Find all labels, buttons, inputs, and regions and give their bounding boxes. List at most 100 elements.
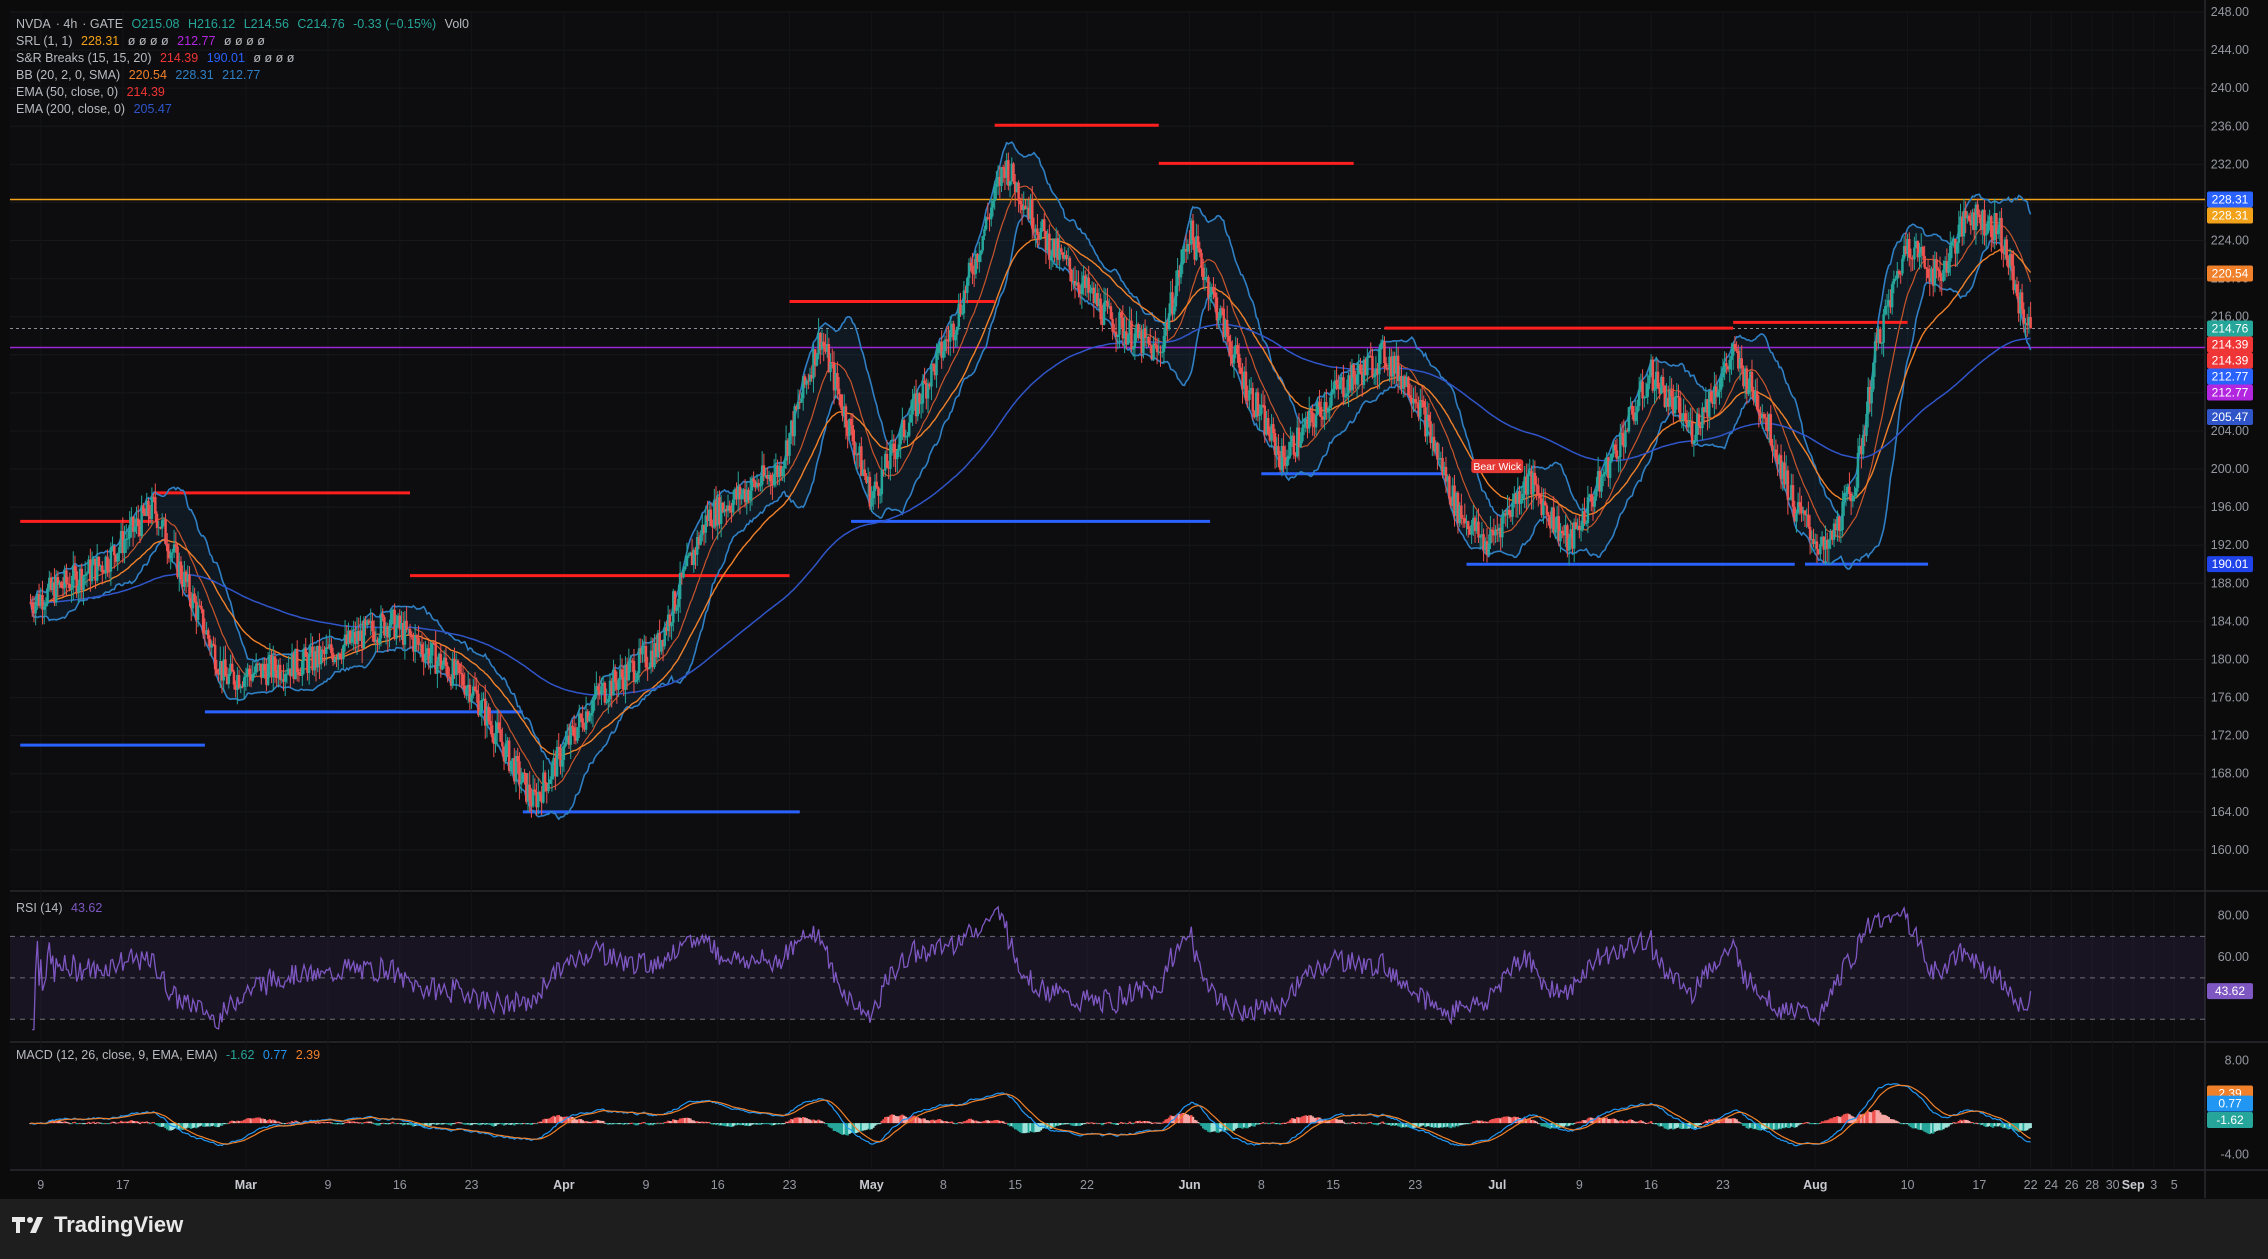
legend-ema50[interactable]: EMA (50, close, 0) 214.39: [16, 84, 170, 101]
candle-body: [1560, 530, 1564, 534]
candle-body: [60, 582, 63, 588]
legend-macd[interactable]: MACD (12, 26, close, 9, EMA, EMA) -1.62 …: [16, 1047, 325, 1064]
candle-body: [636, 673, 639, 680]
candle-body: [1309, 410, 1313, 413]
candle-body: [295, 648, 299, 673]
candle-body: [1538, 494, 1542, 499]
legend-ema200[interactable]: EMA (200, close, 0) 205.47: [16, 101, 177, 118]
legend-header[interactable]: NVDA · 4h · GATE O215.08 H216.12 L214.56 C…: [16, 16, 474, 33]
time-tick-label: Aug: [1803, 1178, 1827, 1192]
candle-body: [993, 187, 996, 202]
candle-body: [1355, 374, 1359, 385]
candle-body: [937, 346, 940, 354]
candle-body: [123, 539, 126, 553]
candle-body: [1677, 396, 1680, 398]
rsi-label: RSI (14): [16, 901, 63, 915]
candle-body: [748, 490, 752, 501]
candle-body: [1870, 389, 1873, 404]
candle-body: [1552, 507, 1555, 533]
candle-body: [417, 637, 420, 645]
candle-body: [1289, 441, 1292, 456]
legend-bb[interactable]: BB (20, 2, 0, SMA) 220.54 228.31 212.77: [16, 67, 265, 84]
legend-srl[interactable]: SRL (1, 1) 228.31 ø ø ø ø 212.77 ø ø ø ø: [16, 33, 270, 50]
candle-body: [1427, 414, 1431, 422]
price-label-text: 214.39: [2212, 338, 2249, 352]
candle-body: [1422, 401, 1426, 408]
time-tick-label: 5: [2171, 1178, 2178, 1192]
tradingview-logo[interactable]: TradingView: [12, 1212, 183, 1238]
candle-body: [870, 498, 873, 507]
candle-body: [2000, 217, 2003, 253]
candle-body: [644, 646, 648, 668]
srl-empty-values: ø ø ø ø: [127, 34, 169, 48]
macd-pane: [10, 1045, 2205, 1170]
candle-body: [579, 713, 583, 719]
ema200-value: 205.47: [133, 102, 172, 116]
macd-histogram-bar: [955, 1123, 959, 1125]
candle-body: [1232, 354, 1236, 364]
candle-body: [1644, 396, 1648, 398]
candle-body: [1379, 343, 1383, 350]
candle-body: [978, 254, 981, 263]
candle-body: [783, 460, 786, 469]
candle-body: [171, 552, 174, 554]
candle-body: [1248, 390, 1251, 400]
candle-body: [1921, 246, 1925, 256]
price-tick-label: 184.00: [2211, 614, 2249, 628]
candle-body: [800, 398, 803, 403]
symbol-label: NVDA: [16, 17, 51, 31]
candle-body: [981, 235, 984, 251]
candle-body: [147, 500, 150, 517]
candle-body: [1537, 485, 1540, 495]
candle-body: [1567, 537, 1571, 551]
time-tick-label: Apr: [553, 1178, 575, 1192]
candle-body: [1899, 273, 1902, 275]
candle-body: [1160, 352, 1164, 354]
candle-body: [1798, 502, 1802, 507]
candle-body: [648, 667, 651, 669]
candle-body: [1786, 470, 1790, 500]
candle-body: [1873, 341, 1877, 363]
macd-histogram-bar: [822, 1122, 825, 1124]
candle-body: [371, 620, 374, 632]
candle-body: [986, 217, 990, 219]
legend-sr-breaks[interactable]: S&R Breaks (15, 15, 20) 214.39 190.01 ø …: [16, 50, 299, 67]
candle-body: [494, 733, 497, 744]
candle-body: [1843, 493, 1846, 502]
candle-body: [872, 491, 875, 499]
candle-body: [769, 474, 772, 482]
candle-body: [1848, 486, 1851, 494]
candle-body: [562, 745, 566, 761]
time-tick-label: Jul: [1488, 1178, 1506, 1192]
candle-body: [1872, 362, 1875, 390]
candle-body: [1019, 201, 1022, 205]
macd-histogram-bar: [1369, 1121, 1373, 1124]
candle-body: [762, 465, 766, 477]
price-chart[interactable]: 248.00 244.00 240.00 236.00 232.00 22 8.00 224.…: [0, 0, 2268, 1259]
legend-rsi[interactable]: RSI (14) 43.62: [16, 900, 107, 917]
candle-body: [278, 664, 282, 680]
candle-body: [788, 433, 791, 456]
candle-body: [1653, 388, 1656, 391]
candle-body: [2020, 292, 2024, 310]
bb-basis-value: 220.54: [128, 68, 167, 82]
candle-body: [201, 609, 205, 634]
candle-body: [851, 425, 855, 442]
candle-body: [1328, 405, 1331, 408]
macd-line-tag-text: 0.77: [2218, 1097, 2242, 1111]
candle-body: [388, 625, 391, 638]
candle-body: [572, 727, 576, 737]
candle-body: [169, 552, 172, 559]
macd-histogram-bar: [70, 1123, 73, 1125]
sr-breaks-value-2: 190.01: [206, 51, 245, 65]
candle-body: [709, 509, 713, 527]
candle-body: [627, 662, 631, 681]
candle-body: [1143, 329, 1147, 339]
candle-body: [1307, 410, 1311, 429]
candle-body: [699, 534, 702, 545]
candle-body: [1343, 396, 1347, 398]
candle-body: [772, 473, 776, 486]
candle-body: [461, 674, 465, 686]
candle-body: [521, 772, 525, 783]
candle-body: [1466, 521, 1470, 530]
